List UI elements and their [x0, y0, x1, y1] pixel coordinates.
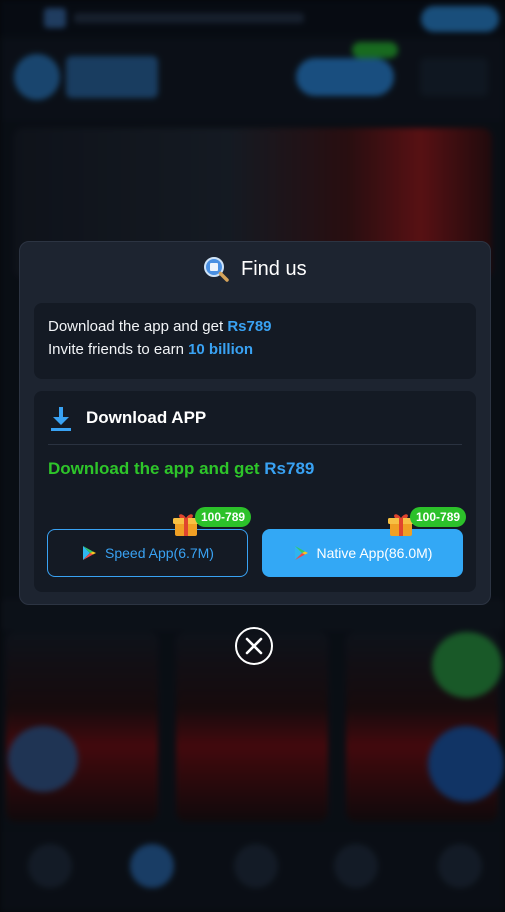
reward-badge: 100-789 [410, 507, 467, 527]
download-subtitle-text: Download the app and get [48, 459, 265, 478]
speed-app-button[interactable]: Speed App(6.7M) [47, 529, 248, 577]
close-icon [245, 637, 263, 655]
speed-app-label: Speed App(6.7M) [105, 545, 214, 561]
promo-amount: 10 billion [188, 341, 254, 358]
native-app-button[interactable]: Native App(86.0M) [262, 529, 463, 577]
promo-panel: Download the app and get Rs789 Invite fr… [34, 303, 476, 379]
promo-line-download: Download the app and get Rs789 [48, 318, 272, 335]
promo-text: Download the app and get [48, 318, 228, 335]
modal-title: Find us [241, 258, 307, 280]
magnifier-search-icon [204, 257, 229, 282]
download-subtitle-amount: Rs789 [264, 459, 315, 478]
find-us-modal: Find us Download the app and get Rs789 I… [19, 241, 491, 605]
reward-badge: 100-789 [195, 507, 252, 527]
download-title: Download APP [86, 408, 207, 427]
google-play-icon [83, 546, 97, 560]
google-play-icon [294, 546, 308, 560]
download-subtitle: Download the app and get Rs789 [48, 459, 314, 479]
divider [48, 444, 462, 445]
close-modal-button[interactable] [235, 627, 273, 665]
promo-line-invite: Invite friends to earn 10 billion [48, 341, 253, 358]
promo-amount: Rs789 [227, 318, 272, 335]
download-arrow-icon [51, 407, 71, 431]
modal-header: Find us [20, 242, 490, 296]
download-panel: Download APP Download the app and get Rs… [34, 391, 476, 592]
promo-text: Invite friends to earn [48, 341, 189, 358]
native-app-label: Native App(86.0M) [316, 545, 433, 561]
